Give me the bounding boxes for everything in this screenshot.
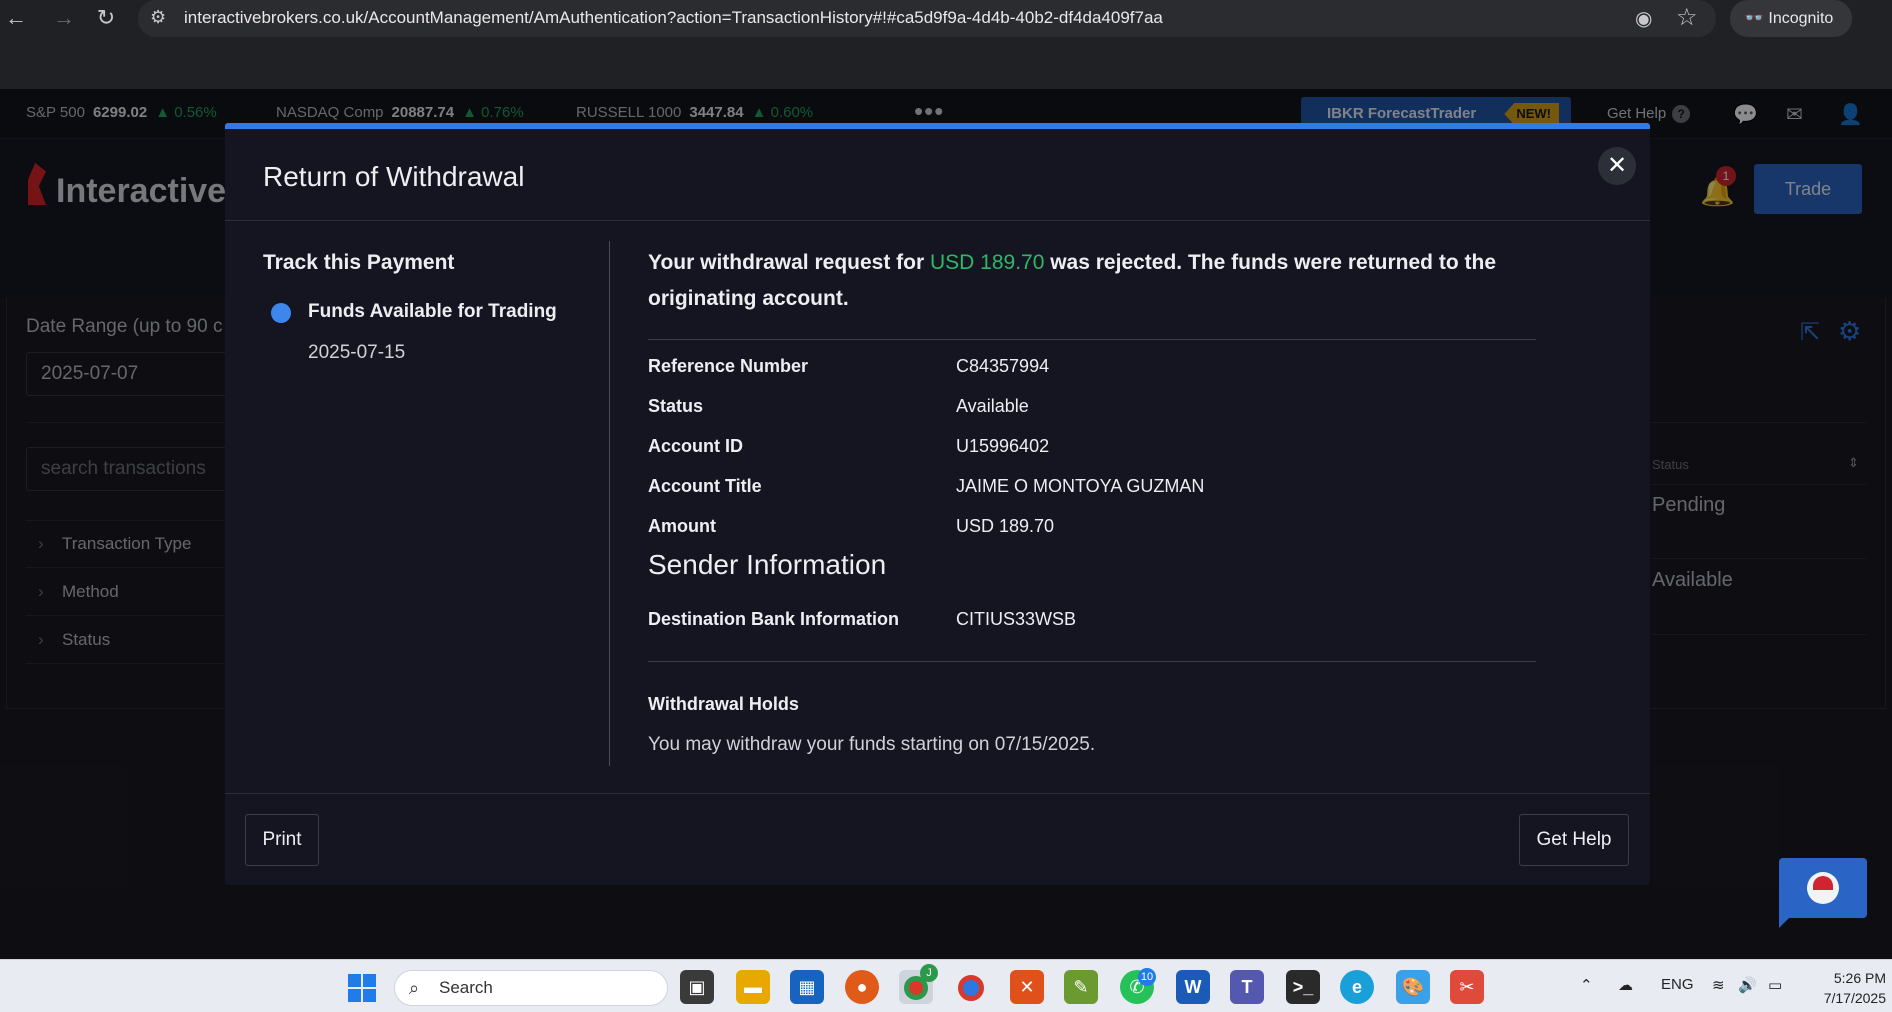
detail-label: Amount — [648, 516, 716, 536]
search-icon: ⌕ — [409, 978, 420, 998]
detail-value: C84357994 — [956, 356, 1050, 376]
language-indicator[interactable]: ENG — [1661, 976, 1694, 993]
url-text[interactable]: interactivebrokers.co.uk/AccountManageme… — [184, 8, 1163, 28]
headline-amount: USD 189.70 — [929, 251, 1045, 274]
paint-icon[interactable]: ✎ — [1064, 970, 1098, 1004]
chrome-icon[interactable] — [954, 970, 988, 1004]
incognito-label: Incognito — [1768, 10, 1834, 27]
detail-value: Available — [956, 396, 1029, 416]
withdrawal-holds-title: Withdrawal Holds — [648, 694, 799, 714]
track-step-date: 2025-07-15 — [308, 342, 406, 363]
detail-label: Status — [648, 396, 704, 416]
track-payment-title: Track this Payment — [263, 251, 455, 274]
site-info-icon[interactable]: ⚙ — [150, 7, 166, 28]
detail-value: USD 189.70 — [956, 516, 1055, 536]
status-dot-icon — [271, 303, 291, 323]
bookmark-star-icon[interactable]: ☆ — [1676, 3, 1698, 32]
detail-label: Reference Number — [648, 356, 809, 376]
firefox-icon[interactable]: ● — [845, 970, 879, 1004]
terminal-icon[interactable]: >_ — [1286, 970, 1320, 1004]
detail-value: JAIME O MONTOYA GUZMAN — [956, 476, 1205, 496]
return-of-withdrawal-modal: Return of Withdrawal ✕ Track this Paymen… — [225, 123, 1650, 885]
close-icon[interactable]: ✕ — [1598, 147, 1636, 185]
incognito-icon: 👓 — [1744, 10, 1764, 27]
rejection-message: Your withdrawal request for USD 189.70 w… — [648, 245, 1508, 317]
teams-icon[interactable]: T — [1230, 970, 1264, 1004]
destination-label: Destination Bank Information — [648, 609, 900, 629]
file-explorer-icon[interactable]: ▬ — [736, 970, 770, 1004]
taskbar-search[interactable]: ⌕ Search — [394, 970, 668, 1006]
print-button[interactable]: Print — [245, 814, 319, 866]
tray-chevron-up-icon[interactable]: ⌃ — [1580, 976, 1593, 994]
taskbar-clock[interactable]: 5:26 PM 7/17/2025 — [1806, 968, 1886, 1008]
forward-icon[interactable]: → — [50, 4, 78, 32]
headline-pre: Your withdrawal request for — [648, 251, 930, 274]
taskbar-search-label: Search — [439, 978, 493, 997]
app-icon[interactable]: ✕ — [1010, 970, 1044, 1004]
store-icon[interactable]: ▦ — [790, 970, 824, 1004]
withdrawal-holds-text: You may withdraw your funds starting on … — [648, 734, 1096, 755]
snipping-tool-icon[interactable]: ✂ — [1450, 970, 1484, 1004]
sender-info-heading: Sender Information — [648, 549, 887, 580]
reload-icon[interactable]: ↻ — [92, 4, 120, 32]
detail-value: U15996402 — [956, 436, 1050, 456]
wifi-icon[interactable]: ≋ — [1712, 976, 1725, 994]
word-icon[interactable]: W — [1176, 970, 1210, 1004]
eye-off-icon[interactable]: ◉ — [1635, 6, 1652, 31]
windows-taskbar: ⌕ Search ▣ ▬ ▦ ● J ✕ ✎ ✆ 10 W T >_ e 🎨 ✂… — [0, 959, 1892, 1012]
back-icon[interactable]: ← — [2, 4, 30, 32]
paint-app-icon[interactable]: 🎨 — [1396, 970, 1430, 1004]
detail-label: Account ID — [648, 436, 744, 456]
address-bar[interactable]: ⚙ interactivebrokers.co.uk/AccountManage… — [138, 0, 1716, 37]
track-step-label: Funds Available for Trading — [308, 301, 557, 322]
divider — [225, 793, 1650, 794]
divider — [225, 220, 1650, 221]
clock-date: 7/17/2025 — [1823, 990, 1886, 1006]
detail-label: Account Title — [648, 476, 762, 496]
divider — [648, 661, 1536, 662]
vertical-divider — [609, 241, 610, 766]
destination-value: CITIUS33WSB — [956, 609, 1077, 629]
windows-start-icon[interactable] — [348, 974, 376, 1002]
divider — [648, 339, 1536, 340]
edge-icon[interactable]: e — [1340, 970, 1374, 1004]
chat-bubble-tail — [1779, 912, 1795, 928]
battery-icon[interactable]: ▭ — [1768, 976, 1782, 994]
volume-icon[interactable]: 🔊 — [1738, 976, 1757, 994]
whatsapp-badge: 10 — [1138, 968, 1156, 986]
chrome-profile-badge: J — [920, 964, 938, 982]
incognito-badge[interactable]: 👓 Incognito — [1730, 0, 1852, 37]
onedrive-cloud-icon[interactable]: ☁ — [1618, 976, 1633, 994]
clock-time: 5:26 PM — [1833, 970, 1886, 986]
get-help-button[interactable]: Get Help — [1519, 814, 1629, 866]
chat-avatar-icon[interactable] — [1807, 872, 1839, 904]
modal-title: Return of Withdrawal — [263, 161, 525, 192]
browser-toolbar: ← → ↻ ⚙ interactivebrokers.co.uk/Account… — [0, 0, 1892, 89]
task-view-icon[interactable]: ▣ — [680, 970, 714, 1004]
